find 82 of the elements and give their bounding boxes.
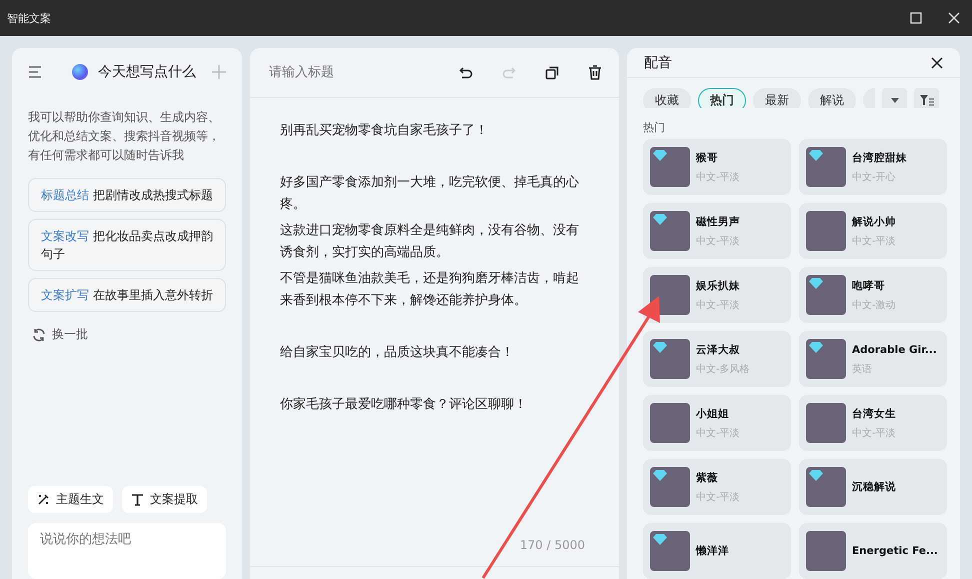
assistant-title: 今天想写点什么 (98, 63, 197, 81)
section-label: 热门 (642, 120, 666, 136)
caret-icon (890, 98, 898, 103)
voice-card[interactable]: Energetic Fe... (799, 523, 947, 579)
voice-name: 娱乐扒妹 (696, 278, 740, 292)
voice-style: 中文-平淡 (696, 298, 740, 312)
avatar-placeholder (650, 403, 690, 443)
voice-name: 台湾女生 (852, 406, 896, 420)
maximize-icon[interactable] (910, 12, 922, 24)
text-icon (131, 493, 144, 506)
window-title: 智能文案 (7, 10, 51, 26)
paragraph-text: 给自家宝贝吃的，品质这块真不能凑合！ (280, 344, 515, 362)
voice-card[interactable]: 紫薇 中文-平淡 (643, 459, 791, 515)
suggestion-chip[interactable]: 文案扩写 在故事里插入意外转折 (28, 278, 226, 312)
dropdown-button[interactable] (882, 88, 907, 108)
paragraph-text: 这款进口宠物零食原料全是纯鲜肉，没有谷物、没有诱食剂，实打实的高端品质。 (280, 222, 580, 262)
voice-name: 小姐姐 (696, 406, 729, 420)
voice-style: 英语 (852, 362, 872, 376)
idea-input-field[interactable]: 说说你的想法吧 (28, 523, 226, 579)
voice-card[interactable]: 解说小帅 中文-平淡 (799, 203, 947, 259)
delete-icon[interactable] (588, 65, 602, 80)
menu-icon[interactable] (28, 66, 42, 78)
avatar-placeholder (806, 211, 846, 251)
avatar-placeholder (806, 531, 846, 571)
voice-card[interactable]: 猴哥 中文-平淡 (643, 139, 791, 195)
category-tab[interactable]: 解说 (808, 88, 856, 108)
voice-card[interactable]: Adorable Gir... 英语 (799, 331, 947, 387)
voice-name: Adorable Gir... (852, 342, 937, 356)
close-icon[interactable] (931, 56, 943, 69)
voice-card[interactable]: 懒洋洋 (643, 523, 791, 579)
voice-name: 懒洋洋 (696, 544, 729, 558)
voice-card[interactable]: 娱乐扒妹 中文-平淡 (643, 267, 791, 323)
tool-button[interactable]: 文案提取 (122, 486, 207, 513)
paragraph-text: 别再乱买宠物零食坑自家毛孩子了！ (280, 122, 489, 140)
voice-style: 中文-平淡 (696, 426, 740, 440)
gradient-orb-icon (72, 64, 88, 80)
avatar-placeholder (806, 403, 846, 443)
category-tab[interactable]: 热门 (698, 88, 746, 108)
voice-style: 中文-平淡 (696, 170, 740, 184)
voice-name: 解说小帅 (852, 214, 896, 228)
voice-name: 磁性男声 (696, 214, 740, 228)
suggestion-chip[interactable]: 文案改写 把化妆品卖点改成押韵句子 (28, 219, 226, 271)
refresh-button[interactable]: 换一批 (28, 326, 226, 343)
voice-card[interactable]: 沉稳解说 (799, 459, 947, 515)
voice-card[interactable]: 台湾女生 中文-平淡 (799, 395, 947, 451)
intro-text: 我可以帮助你查询知识、生成内容、优化和总结文案、搜索抖音视频等，有任何需求都可以随时告诉我 (28, 109, 221, 164)
voice-name: Energetic Fe... (852, 544, 938, 558)
voice-style: 中文-平淡 (696, 234, 740, 248)
voice-card[interactable]: 云泽大叔 中文-多风格 (643, 331, 791, 387)
filter-button[interactable] (914, 88, 939, 108)
voice-style: 中文-平淡 (852, 426, 896, 440)
copy-icon[interactable] (545, 66, 559, 80)
voice-name: 台湾腔甜妹 (852, 150, 907, 164)
voice-card[interactable]: 小姐姐 中文-平淡 (643, 395, 791, 451)
voice-name: 云泽大叔 (696, 342, 740, 356)
paragraph-text: 好多国产零食添加剂一大堆，吃完软便、掉毛真的心疼。 (280, 174, 580, 214)
voice-name: 沉稳解说 (852, 480, 896, 494)
panel-title: 配音 (644, 54, 672, 72)
voice-card[interactable]: 台湾腔甜妹 中文-开心 (799, 139, 947, 195)
voice-card[interactable]: 磁性男声 中文-平淡 (643, 203, 791, 259)
undo-icon[interactable] (459, 66, 473, 80)
voice-style: 中文-多风格 (696, 362, 750, 376)
category-tab[interactable]: 最新 (753, 88, 801, 108)
voice-card[interactable]: 咆哮哥 中文-激动 (799, 267, 947, 323)
suggestion-chip[interactable]: 标题总结 把剧情改成热搜式标题 (28, 178, 226, 212)
tool-button[interactable]: 主题生文 (28, 486, 113, 513)
avatar-placeholder (650, 275, 690, 315)
refresh-icon (32, 328, 46, 342)
character-counter: 170 / 5000 (520, 538, 585, 552)
category-tab[interactable]: 收藏 (643, 88, 691, 108)
paragraph-text: 不管是猫咪鱼油款美毛，还是狗狗磨牙棒洁齿，啃起来香到根本停不下来，解馋还能养护身体。 (280, 270, 580, 310)
voice-name: 猴哥 (696, 150, 718, 164)
title-input-field[interactable]: 请输入标题 (267, 64, 430, 81)
voice-style: 中文-激动 (852, 298, 896, 312)
voice-style: 中文-平淡 (696, 490, 740, 504)
filter-icon (920, 94, 934, 106)
paragraph-text: 你家毛孩子最爱吃哪种零食？评论区聊聊！ (280, 396, 528, 414)
voice-name: 咆哮哥 (852, 278, 885, 292)
voice-style: 中文-开心 (852, 170, 896, 184)
voice-style: 中文-平淡 (852, 234, 896, 248)
voice-name: 紫薇 (696, 470, 718, 484)
wand-icon (37, 493, 50, 506)
